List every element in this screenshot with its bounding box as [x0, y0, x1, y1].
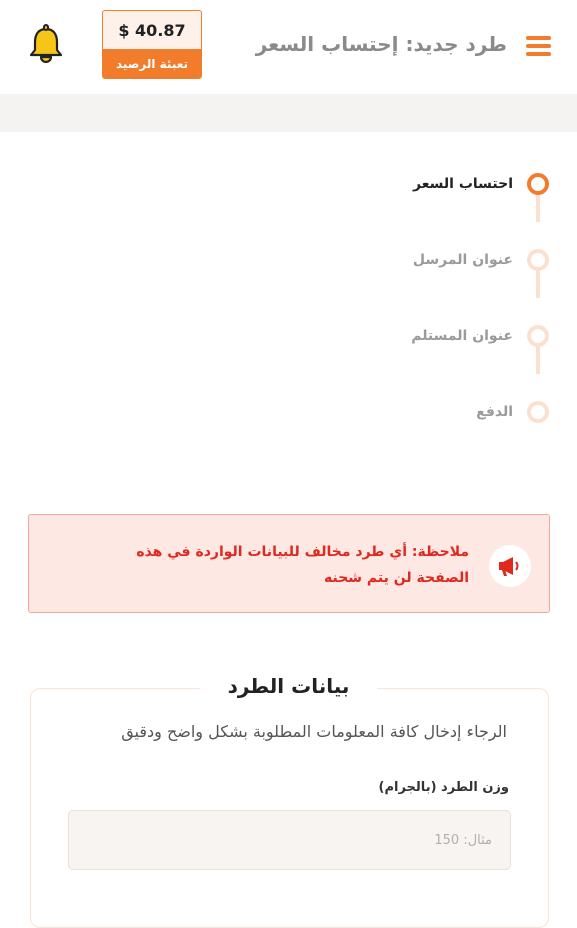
notice-alert: ملاحظة: أي طرد مخالف للبيانات الواردة في… [28, 514, 550, 613]
balance-widget: $ 40.87 تعبئة الرصيد [102, 10, 202, 79]
step-dot-active [527, 173, 549, 195]
step-calculate-price: احتساب السعر [413, 171, 549, 197]
hamburger-menu-icon[interactable] [526, 36, 551, 56]
app-header: طرد جديد: إحتساب السعر $ 40.87 تعبئة الر… [0, 0, 577, 94]
step-label: عنوان المستلم [411, 328, 513, 344]
header-divider-band [0, 94, 577, 132]
parcel-card-title: بيانات الطرد [199, 674, 378, 698]
parcel-card-title-wrapper: بيانات الطرد [0, 674, 577, 698]
step-label: عنوان المرسل [412, 252, 513, 268]
bell-icon[interactable] [28, 24, 64, 66]
step-label: الدفع [476, 404, 513, 420]
balance-amount: $ 40.87 [118, 21, 186, 40]
weight-input[interactable] [68, 810, 511, 870]
step-dot [527, 249, 549, 271]
page-title: طرد جديد: إحتساب السعر [255, 32, 507, 56]
weight-field-label: وزن الطرد (بالجرام) [378, 780, 509, 795]
progress-stepper: احتساب السعر عنوان المرسل عنوان المستلم … [249, 160, 549, 440]
notice-text: ملاحظة: أي طرد مخالف للبيانات الواردة في… [136, 544, 469, 586]
step-sender-address: عنوان المرسل [413, 247, 549, 273]
topup-balance-button[interactable]: تعبئة الرصيد [103, 49, 201, 78]
step-payment: الدفع [476, 399, 549, 425]
step-dot [527, 401, 549, 423]
step-dot [527, 325, 549, 347]
parcel-card-subtitle: الرجاء إدخال كافة المعلومات المطلوبة بشك… [121, 722, 507, 741]
step-label: احتساب السعر [413, 176, 513, 192]
step-recipient-address: عنوان المستلم [411, 323, 549, 349]
megaphone-icon [489, 545, 531, 587]
